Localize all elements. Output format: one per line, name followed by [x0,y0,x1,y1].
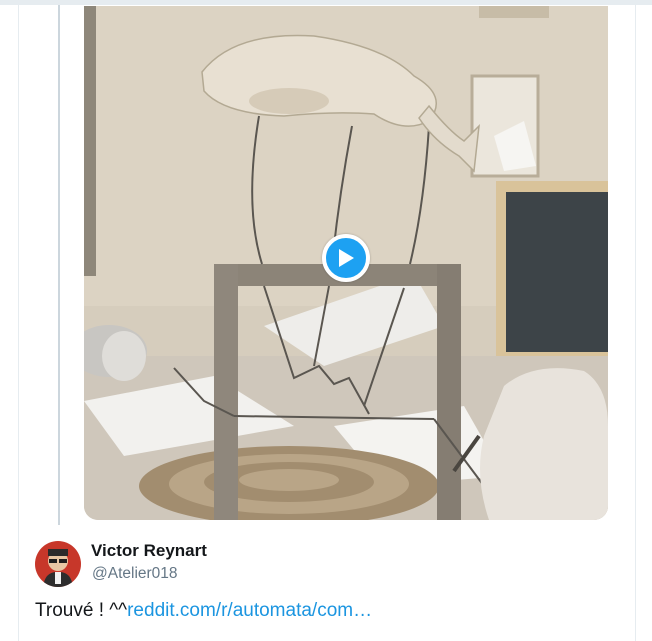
play-button[interactable] [322,234,370,282]
play-icon [339,249,354,267]
video-player[interactable] [84,6,608,520]
avatar[interactable] [35,541,81,587]
tweet-text: Trouvé ! ^^reddit.com/r/automata/com… [35,600,372,622]
author-display-name[interactable]: Victor Reynart [91,541,207,561]
thread-connector-line [58,5,60,525]
author-handle[interactable]: @Atelier018 [92,565,178,583]
tweet-link[interactable]: reddit.com/r/automata/com… [127,600,372,621]
tweet-text-body: Trouvé ! ^^ [35,600,128,621]
avatar-image [35,541,81,587]
